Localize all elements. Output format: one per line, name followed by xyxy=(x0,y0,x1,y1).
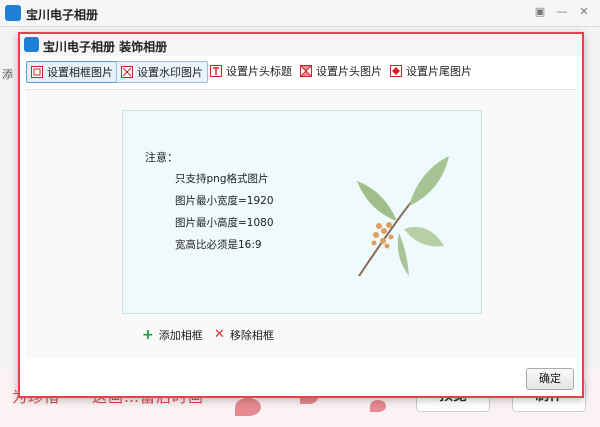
petal-decoration xyxy=(235,398,261,416)
tab-label: 设置片头标题 xyxy=(226,65,292,78)
tab-intro-image[interactable]: 设置片头图片 xyxy=(296,61,386,81)
frame-icon xyxy=(31,66,43,78)
side-label: 添 xyxy=(2,68,13,81)
plus-icon: + xyxy=(142,327,154,343)
watermark-icon xyxy=(121,66,133,78)
app-title: 宝川电子相册 xyxy=(26,8,99,22)
decorate-album-dialog: 宝川电子相册 装饰相册 设置相框图片 设置水印图片 设置片头标题 设置片头图片 xyxy=(18,32,584,398)
tab-label: 设置相框图片 xyxy=(47,66,113,79)
frame-preview: 注意： 只支持png格式图片 图片最小宽度=1920 图片最小高度=1080 宽… xyxy=(122,110,482,314)
remove-frame-button[interactable]: ✕ 移除相框 xyxy=(214,327,274,343)
dialog-logo-icon xyxy=(24,37,39,52)
outro-image-icon xyxy=(390,65,402,77)
decorate-toolbar: 设置相框图片 设置水印图片 设置片头标题 设置片头图片 设置片尾图片 xyxy=(20,58,582,86)
tab-label: 设置水印图片 xyxy=(137,66,203,79)
tab-label: 设置片尾图片 xyxy=(406,65,472,78)
intro-image-icon xyxy=(300,65,312,77)
dialog-titlebar: 宝川电子相册 装饰相册 xyxy=(20,34,582,56)
tab-frame-image[interactable]: 设置相框图片 xyxy=(26,61,118,83)
title-icon xyxy=(210,65,222,77)
skin-icon[interactable]: ▣ xyxy=(532,5,548,19)
osmanthus-illustration xyxy=(357,156,449,277)
note-line: 图片最小宽度=1920 xyxy=(175,195,274,207)
app-logo-icon xyxy=(5,5,21,21)
minimize-icon[interactable]: — xyxy=(554,5,570,19)
note-line: 图片最小高度=1080 xyxy=(175,217,274,229)
note-heading: 注意： xyxy=(145,151,178,164)
dialog-title: 宝川电子相册 装饰相册 xyxy=(43,40,168,54)
note-line: 宽高比必须是16:9 xyxy=(175,239,262,251)
add-frame-button[interactable]: + 添加相框 xyxy=(142,327,203,343)
petal-decoration xyxy=(370,400,386,412)
tab-intro-title[interactable]: 设置片头标题 xyxy=(206,61,296,81)
add-frame-label: 添加相框 xyxy=(158,329,203,342)
remove-frame-label: 移除相框 xyxy=(229,329,274,342)
tab-outro-image[interactable]: 设置片尾图片 xyxy=(386,61,476,81)
main-titlebar: 宝川电子相册 ▣ — ✕ xyxy=(0,0,600,27)
tab-watermark-image[interactable]: 设置水印图片 xyxy=(116,61,208,83)
note-line: 只支持png格式图片 xyxy=(175,173,269,185)
remove-icon: ✕ xyxy=(214,327,225,342)
content-panel: 注意： 只支持png格式图片 图片最小宽度=1920 图片最小高度=1080 宽… xyxy=(26,89,576,358)
confirm-button[interactable]: 确定 xyxy=(526,368,574,390)
tab-label: 设置片头图片 xyxy=(316,65,382,78)
close-icon[interactable]: ✕ xyxy=(576,5,592,19)
